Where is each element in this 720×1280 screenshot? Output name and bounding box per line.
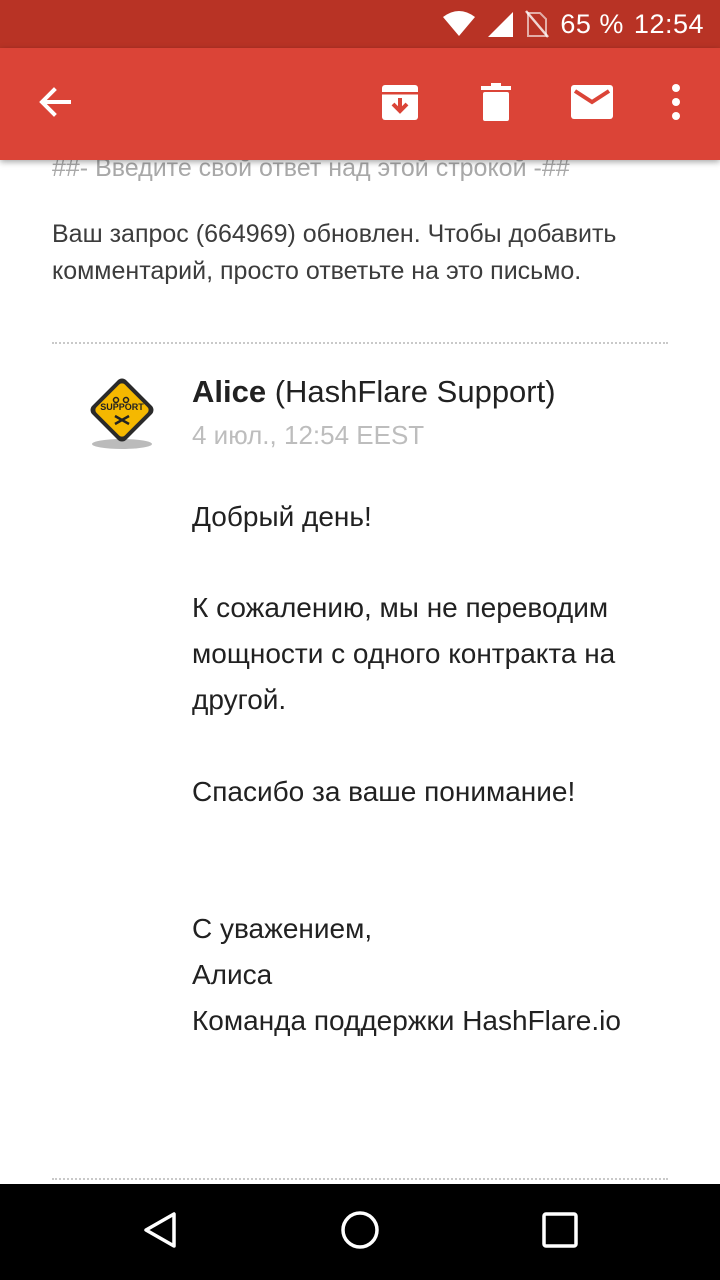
message-date: 4 июл., 12:54 EEST bbox=[192, 420, 425, 450]
status-bar: 65 % 12:54 bbox=[0, 0, 720, 48]
delete-button[interactable] bbox=[468, 76, 524, 132]
status-icons: 65 % 12:54 bbox=[442, 0, 704, 48]
body-line: К сожалению, мы не переводим bbox=[192, 592, 609, 623]
signature-team: Команда поддержки HashFlare.io bbox=[192, 1005, 621, 1036]
wifi-icon bbox=[442, 11, 476, 37]
no-sim-icon bbox=[524, 9, 550, 39]
more-options-button[interactable] bbox=[648, 76, 704, 132]
avatar: SUPPORT bbox=[84, 374, 160, 450]
mark-unread-icon bbox=[571, 84, 613, 124]
nav-back-button[interactable] bbox=[132, 1204, 188, 1260]
body-line: другой. bbox=[192, 684, 287, 715]
back-arrow-icon bbox=[37, 84, 73, 125]
nav-home-icon bbox=[339, 1209, 381, 1256]
avatar-label: SUPPORT bbox=[100, 402, 144, 412]
divider bbox=[52, 1178, 668, 1180]
clock: 12:54 bbox=[633, 8, 704, 39]
archive-button[interactable] bbox=[372, 76, 428, 132]
back-button[interactable] bbox=[27, 76, 83, 132]
mark-unread-button[interactable] bbox=[564, 76, 620, 132]
body-line: мощности с одного контракта на bbox=[192, 638, 616, 669]
sender[interactable]: Alice (HashFlare Support) bbox=[192, 374, 556, 410]
delete-icon bbox=[481, 82, 511, 126]
signature-name: Алиса bbox=[192, 959, 273, 990]
divider bbox=[52, 342, 668, 344]
signoff-text: С уважением, bbox=[192, 913, 373, 944]
sender-org: (HashFlare Support) bbox=[266, 374, 556, 409]
battery-percent: 65 % bbox=[560, 8, 624, 39]
nav-recents-icon bbox=[541, 1211, 579, 1254]
nav-home-button[interactable] bbox=[332, 1204, 388, 1260]
nav-back-icon bbox=[140, 1210, 180, 1255]
sender-name: Alice bbox=[192, 374, 267, 409]
nav-recents-button[interactable] bbox=[532, 1204, 588, 1260]
update-notice: Ваш запрос (664969) обновлен. Чтобы доба… bbox=[52, 220, 617, 285]
navigation-bar bbox=[0, 1184, 720, 1280]
reply-separator-line: ##- Введите свой ответ над этой строкой … bbox=[52, 160, 570, 182]
email-content: ##- Введите свой ответ над этой строкой … bbox=[0, 160, 720, 1184]
cell-signal-icon bbox=[486, 10, 514, 38]
archive-icon bbox=[381, 83, 419, 126]
thanks-text: Спасибо за ваше понимание! bbox=[192, 776, 576, 807]
app-bar bbox=[0, 48, 720, 160]
greeting-text: Добрый день! bbox=[192, 501, 372, 532]
more-vert-icon bbox=[671, 83, 681, 125]
